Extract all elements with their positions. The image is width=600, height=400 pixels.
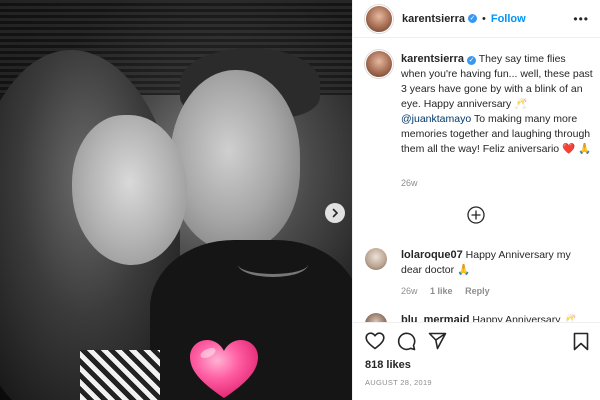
next-arrow-icon (332, 208, 339, 218)
post-header: karentsierra ✓ • Follow ••• (353, 0, 600, 38)
action-icons (365, 332, 447, 351)
likes-count[interactable]: 818 likes (365, 359, 411, 371)
photo-necklace (238, 252, 308, 277)
post-date: AUGUST 28, 2019 (365, 378, 432, 387)
like-icon[interactable] (365, 332, 385, 350)
verified-icon: ✓ (467, 56, 476, 65)
post-actions-bar: 818 likes AUGUST 28, 2019 (353, 322, 600, 400)
photo-woman-dress (80, 350, 160, 400)
avatar[interactable] (365, 50, 393, 78)
header-username[interactable]: karentsierra (402, 13, 465, 25)
more-options-icon[interactable]: ••• (573, 12, 589, 26)
load-more-icon[interactable] (467, 206, 485, 224)
next-photo-button[interactable] (325, 203, 345, 223)
caption-text: karentsierra ✓ They say time flies when y… (401, 52, 593, 157)
follow-button[interactable]: Follow (491, 13, 526, 25)
verified-icon: ✓ (468, 14, 477, 23)
photo-man-face (170, 70, 300, 250)
avatar[interactable] (365, 4, 393, 33)
separator-dot: • (482, 12, 486, 25)
caption-mention-link[interactable]: @juanktamayo (401, 113, 471, 125)
post-photo[interactable] (0, 0, 352, 400)
heart-sticker-icon (190, 340, 258, 398)
share-icon[interactable] (428, 332, 447, 350)
comment-icon[interactable] (397, 332, 416, 351)
comment-time[interactable]: 26w (401, 286, 418, 296)
comment-username[interactable]: lolaroque07 (401, 249, 463, 261)
caption-username[interactable]: karentsierra (401, 53, 464, 65)
comment-text: lolaroque07 Happy Anniversary my dear do… (401, 248, 593, 278)
post-sidebar: karentsierra ✓ • Follow ••• karentsierra… (352, 0, 600, 400)
reply-button[interactable]: Reply (465, 286, 490, 296)
caption-timestamp[interactable]: 26w (401, 178, 418, 188)
comment-likes[interactable]: 1 like (430, 286, 453, 296)
avatar[interactable] (365, 248, 387, 270)
comment-meta: 26w 1 like Reply (401, 286, 500, 296)
bookmark-icon[interactable] (573, 332, 589, 351)
photo-woman-face (72, 115, 187, 265)
